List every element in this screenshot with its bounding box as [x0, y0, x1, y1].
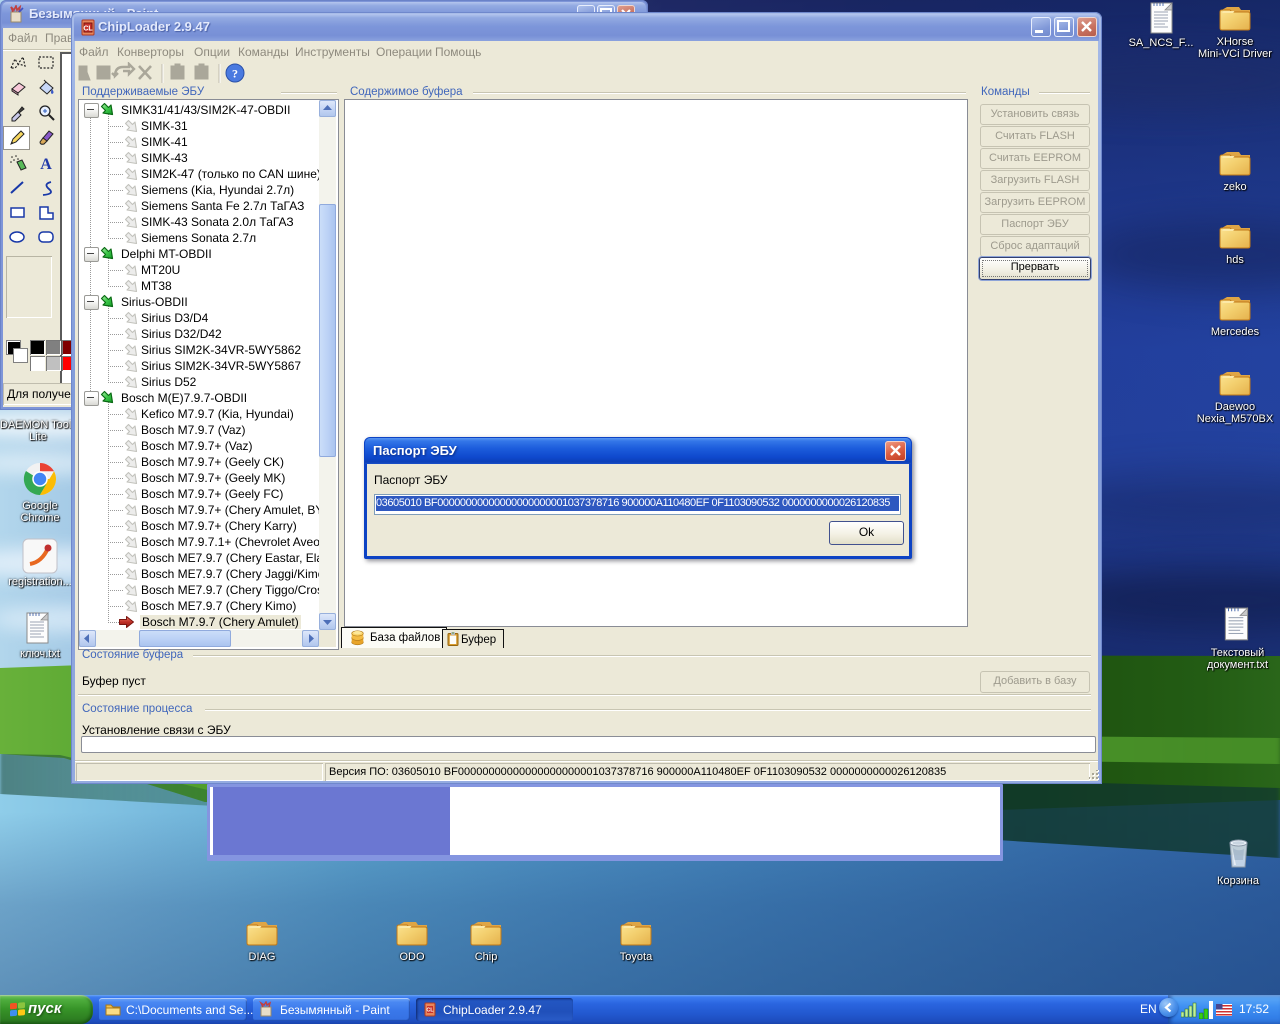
svg-text:A: A [40, 156, 52, 172]
svg-text:?: ? [232, 67, 238, 81]
svg-text:CL: CL [83, 26, 93, 33]
svg-text:CL: CL [426, 1008, 434, 1014]
